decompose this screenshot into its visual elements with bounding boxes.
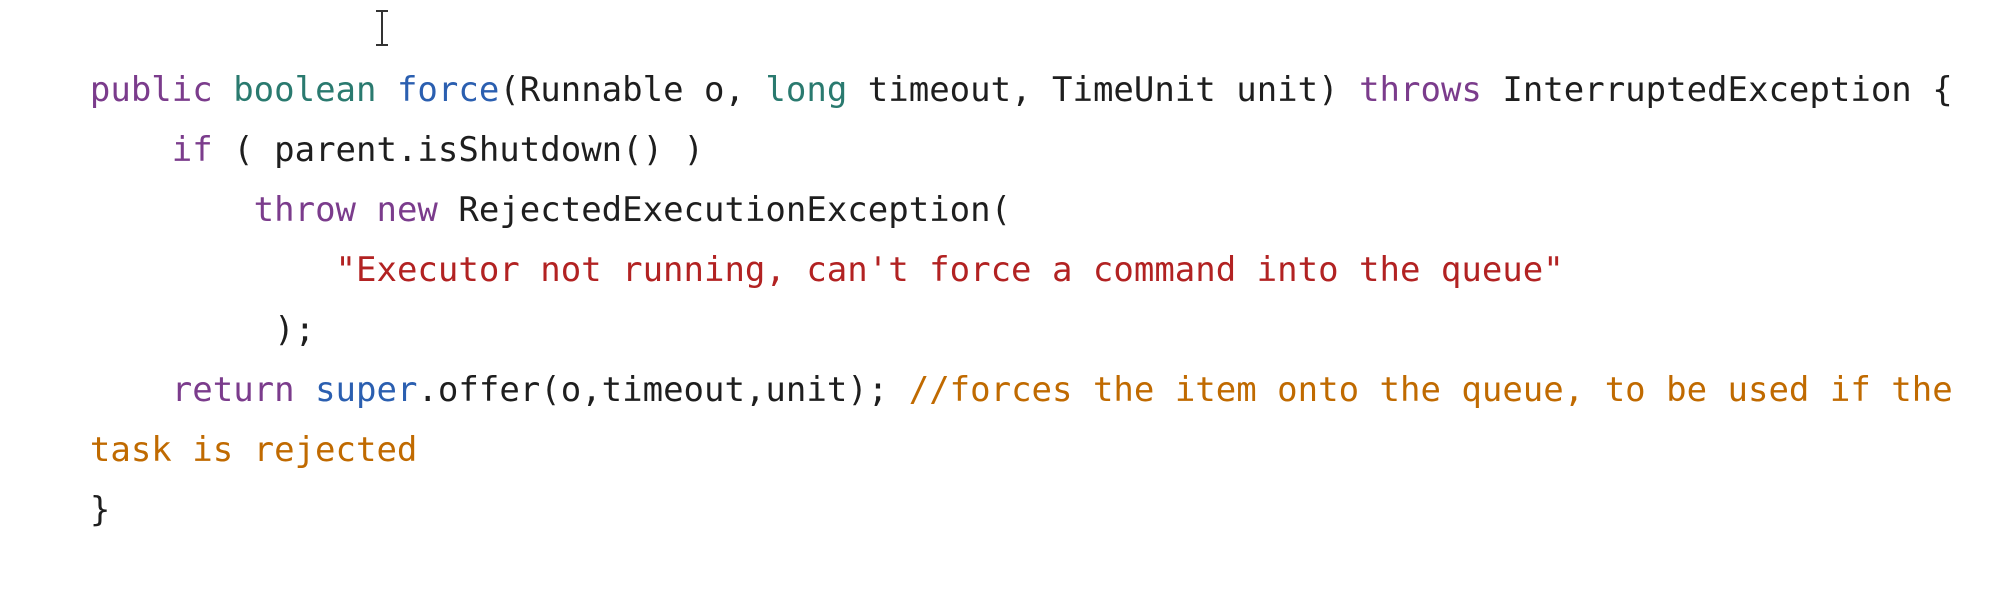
code-token: "Executor not running, can't force a com… — [335, 250, 1564, 290]
code-token: .offer(o,timeout,unit); — [417, 370, 909, 410]
code-token: } — [89, 490, 111, 530]
code-token: InterruptedException { — [1502, 70, 1953, 110]
code-line-7[interactable]: task is rejected — [8, 360, 418, 470]
code-line-4[interactable]: "Executor not running, can't force a com… — [8, 180, 1564, 290]
code-token: task is rejected — [89, 430, 418, 470]
code-editor[interactable]: public boolean force(Runnable o, long ti… — [0, 0, 2016, 530]
code-line-1[interactable]: public boolean force(Runnable o, long ti… — [8, 0, 1953, 110]
code-line-3[interactable]: throw new RejectedExecutionException( — [8, 120, 1011, 230]
ibeam-cursor-icon — [376, 10, 388, 46]
code-token: long — [765, 70, 868, 110]
code-token: //forces the item onto the queue, to be … — [908, 370, 1953, 410]
code-line-2[interactable]: if ( parent.isShutdown() ) — [8, 60, 704, 170]
code-token: timeout, TimeUnit unit) — [867, 70, 1360, 110]
code-line-6[interactable]: return super.offer(o,timeout,unit); //fo… — [8, 300, 1953, 410]
code-line-8[interactable]: } — [8, 420, 110, 530]
code-token: throws — [1359, 70, 1503, 110]
code-line-5[interactable]: ); — [8, 240, 315, 350]
